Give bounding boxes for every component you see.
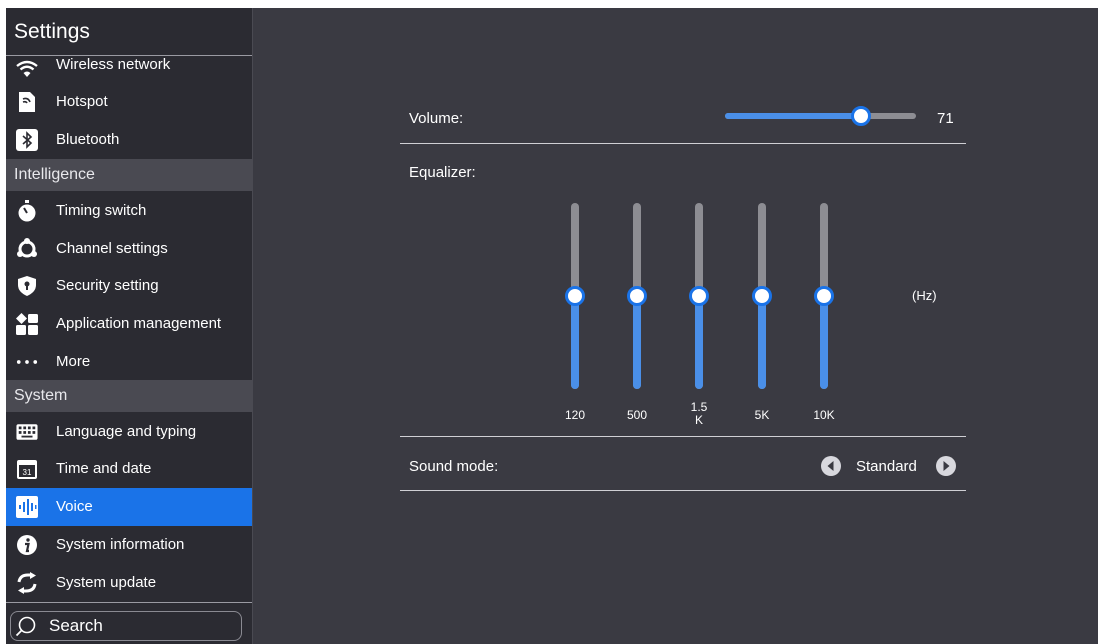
sidebar-item-time-and-date[interactable]: 31 Time and date [6,450,252,488]
sidebar-item-system-information[interactable]: System information [6,526,252,564]
apps-grid-icon [16,313,38,335]
chevron-right-icon [943,461,950,471]
equalizer-band-label: 1.5 K [690,400,708,427]
hotspot-icon [16,91,38,113]
equalizer-slider-fill [758,296,766,389]
search-area: Search [6,602,252,644]
voice-wave-icon [16,496,38,518]
sidebar-item-wireless-network[interactable]: Wireless network [6,46,252,84]
keyboard-icon [16,421,38,443]
bluetooth-icon [16,129,38,151]
sidebar-item-bluetooth[interactable]: Bluetooth [6,121,252,159]
volume-slider-fill [725,113,861,119]
equalizer-unit: (Hz) [912,288,937,303]
equalizer-slider-fill [820,296,828,389]
sidebar-item-label: Language and typing [56,423,197,440]
sidebar-item-label: Channel settings [56,240,168,257]
sidebar-item-label: Wireless network [56,56,171,73]
volume-value: 71 [937,110,954,127]
calendar-icon: 31 [16,458,38,480]
sidebar-item-hotspot[interactable]: Hotspot [6,83,252,121]
equalizer-slider-fill [571,296,579,389]
sound-mode-value: Standard [856,458,917,475]
volume-slider[interactable] [725,113,916,119]
sound-mode-prev-button[interactable] [821,456,841,476]
sidebar-item-security-setting[interactable]: Security setting [6,267,252,305]
settings-screen: Settings Wireless network Hotspot Blueto… [6,8,1098,644]
equalizer-knob-500[interactable] [627,286,647,306]
section-system: System [6,380,252,412]
search-icon [15,615,37,637]
divider [400,436,966,437]
channel-icon [16,238,38,260]
sidebar-item-voice[interactable]: Voice [6,488,252,526]
sidebar-item-language-and-typing[interactable]: Language and typing [6,413,252,451]
info-icon [16,534,38,556]
equalizer-slider-fill [633,296,641,389]
equalizer-knob-1-5k[interactable] [689,286,709,306]
sidebar-item-timing-switch[interactable]: Timing switch [6,192,252,230]
section-intelligence: Intelligence [6,159,252,191]
shield-icon [16,275,38,297]
equalizer-slider-fill [695,296,703,389]
sidebar: Settings Wireless network Hotspot Blueto… [6,8,253,644]
sidebar-item-channel-settings[interactable]: Channel settings [6,230,252,268]
sidebar-item-label: System information [56,536,185,553]
divider [400,490,966,491]
sidebar-item-label: Timing switch [56,202,147,219]
sidebar-title: Settings [14,20,90,43]
sidebar-item-label: Voice [56,498,93,515]
wifi-icon [16,58,38,80]
sound-mode-next-button[interactable] [936,456,956,476]
equalizer-knob-120[interactable] [565,286,585,306]
equalizer-knob-10k[interactable] [814,286,834,306]
update-icon [16,572,38,594]
section-label: System [14,387,68,404]
divider [400,143,966,144]
sidebar-item-label: Application management [56,315,222,332]
sidebar-item-label: Security setting [56,277,159,294]
search-input[interactable]: Search [10,611,242,641]
volume-label: Volume: [409,110,464,127]
equalizer-band-label: 5K [754,408,770,422]
equalizer-knob-5k[interactable] [752,286,772,306]
sidebar-item-more[interactable]: More [6,343,252,381]
more-dots-icon [16,351,38,373]
stopwatch-icon [16,200,38,222]
sidebar-item-label: System update [56,574,157,591]
calendar-icon-text: 31 [23,468,32,477]
sidebar-item-system-update[interactable]: System update [6,564,252,602]
search-label: Search [49,616,103,635]
volume-slider-knob[interactable] [851,106,871,126]
equalizer-band-label: 120 [564,408,586,422]
sidebar-item-application-management[interactable]: Application management [6,305,252,343]
equalizer-band-label: 10K [813,408,835,422]
equalizer-label: Equalizer: [409,164,476,181]
sidebar-item-label: Time and date [56,460,152,477]
chevron-left-icon [827,461,834,471]
section-label: Intelligence [14,166,95,183]
equalizer-band-label: 500 [626,408,648,422]
sound-mode-label: Sound mode: [409,458,499,475]
sidebar-item-label: Bluetooth [56,131,120,148]
sidebar-item-label: Hotspot [56,93,108,110]
sidebar-item-label: More [56,353,91,370]
